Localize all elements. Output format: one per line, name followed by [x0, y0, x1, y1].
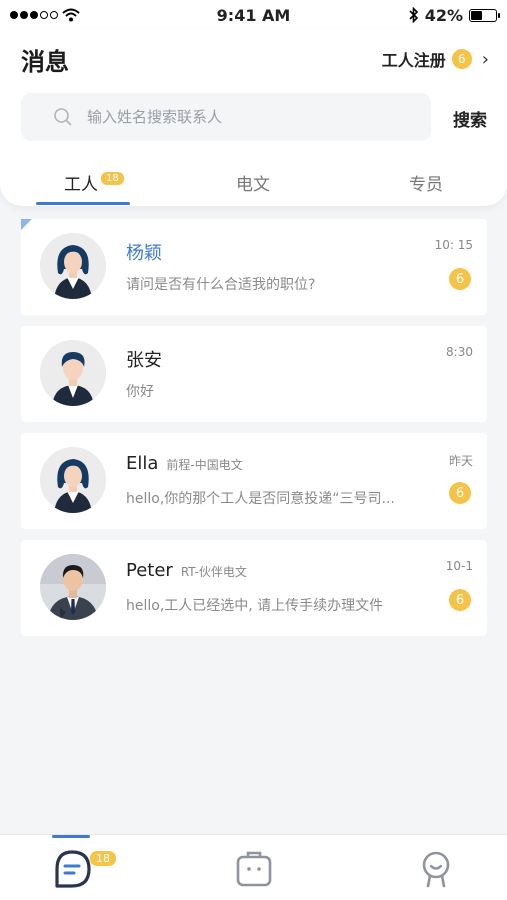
register-count-badge: 6 [451, 49, 472, 69]
nav-jobs-tab[interactable] [234, 849, 274, 889]
status-right: 42% [409, 5, 500, 25]
tab-workers-label: 工人 [64, 175, 98, 195]
contact-company: 前程-中国电文 [166, 458, 243, 472]
nav-profile-tab[interactable] [416, 849, 456, 889]
tab-specialists-label: 专员 [409, 175, 443, 195]
avatar [40, 554, 106, 620]
nav-messages-tab[interactable] [52, 849, 92, 889]
message-preview: hello,工人已经选中, 请上传手续办理文件 [126, 598, 384, 614]
status-bar: 9:41 AM 42% [0, 0, 507, 30]
nav-messages-badge: 18 [90, 851, 116, 866]
message-preview: 你好 [126, 384, 154, 400]
chevron-right-icon: › [481, 48, 489, 70]
signal-wifi-group [10, 8, 80, 22]
unread-count-badge: 6 [449, 589, 471, 611]
tab-workers-badge: 18 [101, 172, 124, 185]
contact-name: 杨颖 [126, 243, 162, 264]
contact-name: Ella [126, 453, 159, 474]
avatar [40, 233, 106, 299]
unread-count-badge: 6 [449, 268, 471, 290]
message-preview: 请问是否有什么合适我的职位? [126, 277, 316, 293]
conversation-item[interactable]: Peter RT-伙伴电文 hello,工人已经选中, 请上传手续办理文件 10… [21, 540, 487, 636]
nav-active-indicator [52, 835, 90, 838]
contact-name: 张安 [126, 350, 162, 371]
message-time: 昨天 [448, 454, 473, 468]
search-box [21, 93, 431, 141]
message-time: 8:30 [446, 345, 473, 359]
tab-telegrams[interactable]: 电文 [236, 170, 270, 195]
conversation-item[interactable]: Ella 前程-中国电文 hello,你的那个工人是否同意投递“三号司... 昨… [21, 433, 487, 529]
name-row: 杨颖 [126, 239, 162, 265]
highlight-corner-marker [21, 219, 32, 230]
bluetooth-icon [409, 7, 418, 23]
message-time: 10: 15 [434, 238, 473, 252]
tab-telegrams-label: 电文 [236, 175, 270, 195]
avatar [40, 340, 106, 406]
conversation-item[interactable]: 张安 你好 8:30 [21, 326, 487, 422]
avatar [40, 447, 106, 513]
conversation-item[interactable]: 杨颖 请问是否有什么合适我的职位? 10: 15 6 [21, 219, 487, 315]
conversation-list: 杨颖 请问是否有什么合适我的职位? 10: 15 6 张安 你好 8:30 El… [21, 219, 487, 647]
search-icon [53, 107, 73, 127]
message-time: 10-1 [445, 559, 473, 573]
chat-bubble-icon [55, 850, 91, 888]
wifi-icon [62, 8, 80, 22]
battery-icon [469, 8, 500, 22]
tab-bar: 工人 18 电文 专员 [0, 166, 507, 206]
name-row: 张安 [126, 346, 162, 372]
unread-count-badge: 6 [449, 482, 471, 504]
register-label: 工人注册 [381, 51, 446, 70]
search-button[interactable]: 搜索 [453, 106, 487, 131]
briefcase-icon [236, 851, 272, 887]
header: 消息 工人注册 6 › 搜索 工人18 电文 专员 [0, 30, 507, 206]
tab-workers[interactable]: 工人 18 [64, 170, 124, 195]
message-preview: hello,你的那个工人是否同意投递“三号司... [126, 491, 395, 507]
name-row: Peter RT-伙伴电文 [126, 560, 247, 581]
tab-active-indicator [36, 202, 130, 205]
search-input[interactable] [87, 108, 387, 126]
contact-company: RT-伙伴电文 [180, 565, 247, 579]
bottom-nav: 18 [0, 834, 507, 900]
page-title: 消息 [21, 48, 69, 76]
worker-register-link[interactable]: 工人注册 6 › [382, 47, 489, 71]
signal-strength-icon [10, 11, 58, 19]
battery-percent: 42% [424, 5, 463, 25]
name-row: Ella 前程-中国电文 [126, 453, 243, 474]
tab-specialists[interactable]: 专员 [409, 170, 443, 195]
contact-name: Peter [126, 560, 173, 581]
profile-icon [422, 851, 450, 888]
